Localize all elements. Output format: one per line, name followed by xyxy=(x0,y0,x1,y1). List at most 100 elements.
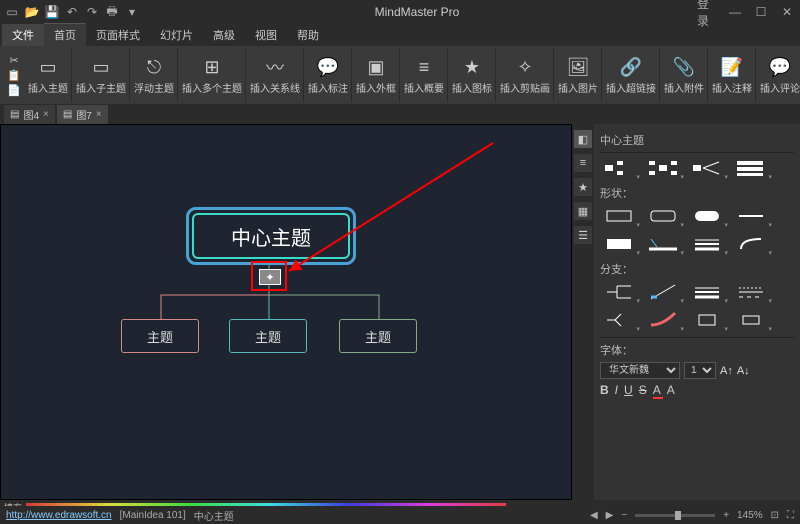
fill-color[interactable] xyxy=(600,233,638,255)
menu-tab-advanced[interactable]: 高级 xyxy=(203,24,245,46)
zoom-value: 145% xyxy=(737,510,763,521)
corner-style[interactable] xyxy=(732,233,770,255)
branch-2[interactable] xyxy=(644,281,682,303)
menu-tab-view[interactable]: 视图 xyxy=(245,24,287,46)
menu-tab-page[interactable]: 页面样式 xyxy=(86,24,150,46)
highlight-button[interactable]: A xyxy=(667,383,675,397)
line-style[interactable] xyxy=(688,233,726,255)
print-icon[interactable]: 🖶 xyxy=(104,4,120,20)
font-grow-icon[interactable]: A↑ xyxy=(720,365,733,377)
subtopic-1[interactable]: 主题 xyxy=(121,319,199,353)
fullscreen-icon[interactable]: ⛶ xyxy=(787,510,794,521)
zoom-slider[interactable] xyxy=(635,514,715,517)
zoom-in-icon[interactable]: + xyxy=(723,510,729,521)
branch-1[interactable] xyxy=(600,281,638,303)
menu-tab-home[interactable]: 首页 xyxy=(44,23,86,46)
save-icon[interactable]: 💾 xyxy=(44,4,60,20)
maximize-icon[interactable]: ☐ xyxy=(752,5,770,19)
ribbon-insert-subtopic[interactable]: ▭插入子主题 xyxy=(73,48,130,102)
strike-button[interactable]: S xyxy=(639,383,647,397)
ribbon-insert-callout[interactable]: 💬插入标注 xyxy=(305,48,352,102)
layout-preset-2[interactable] xyxy=(644,157,682,179)
file-tab[interactable]: 文件 xyxy=(2,24,44,46)
italic-button[interactable]: I xyxy=(615,383,618,397)
shape-rect[interactable] xyxy=(600,205,638,227)
line-color[interactable] xyxy=(644,233,682,255)
layout-preset-1[interactable] xyxy=(600,157,638,179)
doc-tab-2[interactable]: ▤ 图7 × xyxy=(57,105,108,124)
ribbon-insert-note[interactable]: 📝插入注释 xyxy=(709,48,756,102)
font-size-select[interactable]: 14 xyxy=(684,362,716,379)
canvas[interactable]: 中心主题 ✦ 主题 主题 主题 xyxy=(0,124,572,500)
close-tab-icon[interactable]: × xyxy=(43,109,49,120)
ribbon-insert-hyperlink[interactable]: 🔗插入超链接 xyxy=(603,48,660,102)
subtopic-2[interactable]: 主题 xyxy=(229,319,307,353)
login-button[interactable]: 登录 xyxy=(694,0,712,29)
close-icon[interactable]: ✕ xyxy=(778,5,796,19)
menu-tab-slides[interactable]: 幻灯片 xyxy=(150,24,203,46)
qat-dropdown-icon[interactable]: ▾ xyxy=(124,4,140,20)
layout-preset-3[interactable] xyxy=(688,157,726,179)
ribbon-insert-relation[interactable]: 〰插入关系线 xyxy=(247,48,304,102)
sidetab-task-icon[interactable]: ☰ xyxy=(574,226,592,244)
document-tabs: ▤ 图4 × ▤ 图7 × xyxy=(0,104,800,124)
ribbon: ✂ 📋 📄 ▭插入主题 ▭插入子主题 ⎋浮动主题 ⊞插入多个主题 〰插入关系线 … xyxy=(0,46,800,104)
branch-7[interactable] xyxy=(688,309,726,331)
side-content: 中心主题 形状： 分支： xyxy=(594,124,800,500)
close-tab-icon[interactable]: × xyxy=(96,109,102,120)
layout-preset-4[interactable] xyxy=(732,157,770,179)
redo-icon[interactable]: ↷ xyxy=(84,4,100,20)
sidetab-outline-icon[interactable]: ≡ xyxy=(574,154,592,172)
nav-prev-icon[interactable]: ◀ xyxy=(590,510,598,521)
subtopic-3[interactable]: 主题 xyxy=(339,319,417,353)
ribbon-floating-topic[interactable]: ⎋浮动主题 xyxy=(131,48,178,102)
cut-icon[interactable]: ✂ xyxy=(5,53,23,67)
font-color-button[interactable]: A xyxy=(653,383,661,397)
font-family-select[interactable]: 华文新魏 xyxy=(600,362,680,379)
floating-icon: ⎋ xyxy=(142,55,166,79)
sidetab-clipart-icon[interactable]: ▦ xyxy=(574,202,592,220)
sidetab-style-icon[interactable]: ★ xyxy=(574,178,592,196)
fit-page-icon[interactable]: ⊡ xyxy=(771,510,779,521)
shape-pill[interactable] xyxy=(688,205,726,227)
app-title: MindMaster Pro xyxy=(140,5,694,19)
ribbon-insert-boundary[interactable]: ▣插入外框 xyxy=(353,48,400,102)
shape-presets xyxy=(600,205,794,227)
add-topic-handle[interactable]: ✦ xyxy=(259,269,281,285)
doc-tab-1[interactable]: ▤ 图4 × xyxy=(4,105,55,124)
ribbon-insert-attachment[interactable]: 📎插入附件 xyxy=(661,48,708,102)
ribbon-insert-icon[interactable]: ★插入图标 xyxy=(449,48,496,102)
shape-none[interactable] xyxy=(732,205,770,227)
status-url[interactable]: http://www.edrawsoft.cn xyxy=(6,510,112,521)
ribbon-insert-summary[interactable]: ≡插入概要 xyxy=(401,48,448,102)
ribbon-insert-multi[interactable]: ⊞插入多个主题 xyxy=(179,48,246,102)
paste-icon[interactable]: 📄 xyxy=(5,83,23,97)
menu-tab-help[interactable]: 帮助 xyxy=(287,24,329,46)
copy-icon[interactable]: 📋 xyxy=(5,68,23,82)
ribbon-insert-clipart[interactable]: ✧插入剪贴画 xyxy=(497,48,554,102)
underline-button[interactable]: U xyxy=(624,383,633,397)
ribbon-insert-comment[interactable]: 💬插入评论 xyxy=(757,48,800,102)
branch-6[interactable] xyxy=(644,309,682,331)
shape-round[interactable] xyxy=(644,205,682,227)
open-icon[interactable]: 📂 xyxy=(24,4,40,20)
zoom-out-icon[interactable]: − xyxy=(621,510,627,521)
ribbon-insert-picture[interactable]: 🖼插入图片 xyxy=(555,48,602,102)
branch-4[interactable] xyxy=(732,281,770,303)
branch-5[interactable] xyxy=(600,309,638,331)
branch-8[interactable] xyxy=(732,309,770,331)
font-shrink-icon[interactable]: A↓ xyxy=(737,365,750,377)
ribbon-insert-topic[interactable]: ▭插入主题 xyxy=(25,48,72,102)
window-controls: 登录 — ☐ ✕ xyxy=(694,0,796,29)
new-icon[interactable]: ▭ xyxy=(4,4,20,20)
sidetab-format-icon[interactable]: ◧ xyxy=(574,130,592,148)
central-topic[interactable]: 中心主题 xyxy=(186,207,356,265)
nav-next-icon[interactable]: ▶ xyxy=(606,510,614,521)
undo-icon[interactable]: ↶ xyxy=(64,4,80,20)
doc-icon: ▤ xyxy=(10,109,19,120)
bold-button[interactable]: B xyxy=(600,383,609,397)
branch-3[interactable] xyxy=(688,281,726,303)
minimize-icon[interactable]: — xyxy=(726,5,744,19)
menu-bar: 文件 首页 页面样式 幻灯片 高级 视图 帮助 xyxy=(0,24,800,46)
callout-icon: 💬 xyxy=(316,55,340,79)
